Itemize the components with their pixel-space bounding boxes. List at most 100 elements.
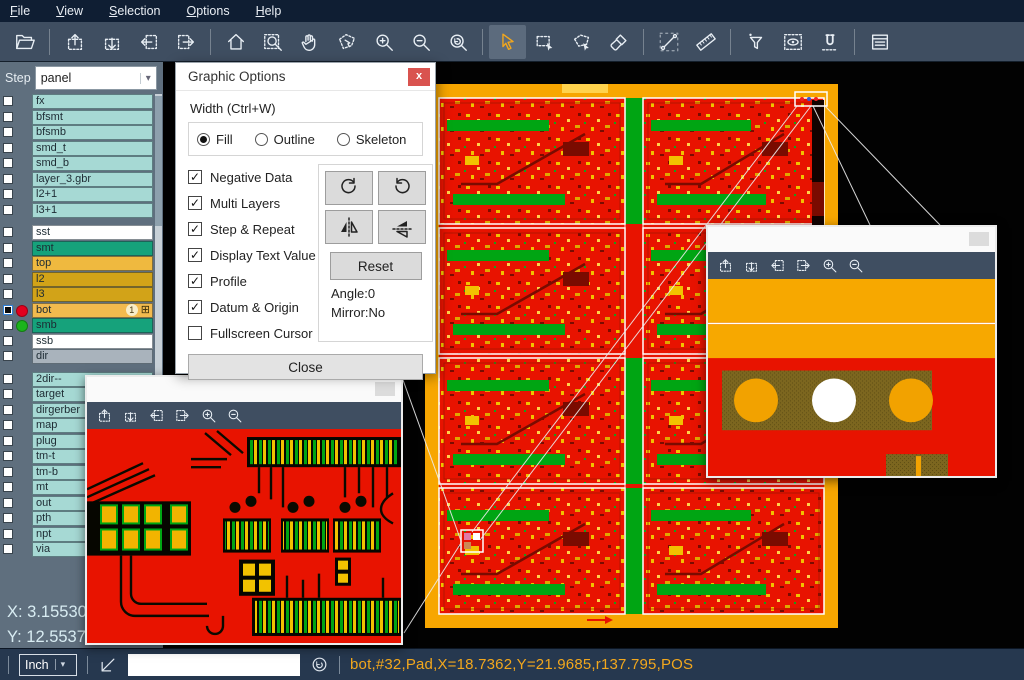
layer-row-top[interactable]: top: [0, 256, 154, 272]
window-button[interactable]: [969, 232, 989, 246]
radio-fill[interactable]: Fill: [197, 132, 233, 147]
layer-name[interactable]: bfsmt: [32, 110, 153, 125]
layer-name[interactable]: smd_t: [32, 141, 153, 156]
layer-visibility-checkbox[interactable]: [3, 205, 13, 215]
layer-name[interactable]: ssb: [32, 334, 153, 349]
layer-visibility-checkbox[interactable]: [3, 405, 13, 415]
shift-down-button[interactable]: [743, 257, 760, 274]
layer-row-bfsmt[interactable]: bfsmt: [0, 110, 154, 126]
layer-row-smt[interactable]: smt: [0, 241, 154, 257]
shift-right-button[interactable]: [174, 407, 191, 424]
mirror-vertical-button[interactable]: [325, 210, 373, 244]
shift-left-button[interactable]: [769, 257, 786, 274]
layer-row-l3[interactable]: l3: [0, 287, 154, 303]
ruler-button[interactable]: [687, 25, 724, 59]
select-arrow-button[interactable]: [489, 25, 526, 59]
step-dropdown[interactable]: panel ▾: [35, 66, 157, 90]
scrollbar-thumb[interactable]: [155, 96, 162, 226]
window-button[interactable]: [375, 382, 395, 396]
checkbox-display-text-value[interactable]: ✓Display Text Value: [188, 242, 314, 268]
unit-select[interactable]: Inch ▾: [19, 654, 77, 676]
measure-distance-button[interactable]: [650, 25, 687, 59]
checkbox-profile[interactable]: ✓Profile: [188, 268, 314, 294]
layer-name[interactable]: layer_3.gbr: [32, 172, 153, 187]
checkbox-multi-layers[interactable]: ✓Multi Layers: [188, 190, 314, 216]
layer-name[interactable]: smd_b: [32, 156, 153, 171]
layer-visibility-checkbox[interactable]: [3, 96, 13, 106]
rotate-ccw-button[interactable]: [378, 171, 426, 205]
layer-visibility-checkbox[interactable]: [3, 258, 13, 268]
layer-visibility-checkbox[interactable]: [3, 274, 13, 284]
layer-name[interactable]: l3: [32, 287, 153, 302]
layer-visibility-checkbox[interactable]: [3, 513, 13, 523]
shift-right-button[interactable]: [795, 257, 812, 274]
zoom-window-detail[interactable]: [85, 375, 403, 645]
zoom-out-button[interactable]: [402, 25, 439, 59]
checkbox-datum-origin[interactable]: ✓Datum & Origin: [188, 294, 314, 320]
zoom-detail-view[interactable]: [87, 429, 401, 643]
layer-name[interactable]: fx: [32, 94, 153, 109]
layer-visibility-checkbox[interactable]: [3, 289, 13, 299]
reset-button[interactable]: Reset: [330, 252, 422, 280]
layer-row-smd_t[interactable]: smd_t: [0, 141, 154, 157]
mirror-horizontal-button[interactable]: [378, 210, 426, 244]
layer-visibility-checkbox[interactable]: [3, 544, 13, 554]
menu-options[interactable]: Options: [186, 4, 229, 18]
layer-visibility-checkbox[interactable]: [3, 389, 13, 399]
layer-visibility-checkbox[interactable]: [3, 467, 13, 477]
layer-visibility-checkbox[interactable]: [3, 227, 13, 237]
layer-visibility-checkbox[interactable]: [3, 243, 13, 253]
layer-row-bfsmb[interactable]: bfsmb: [0, 125, 154, 141]
refresh-circle-icon[interactable]: [310, 655, 329, 674]
dialog-close-icon[interactable]: x: [408, 68, 430, 86]
layer-visibility-checkbox[interactable]: [3, 158, 13, 168]
layer-row-smb[interactable]: smb: [0, 318, 154, 334]
shift-up-button[interactable]: [56, 25, 93, 59]
layer-name[interactable]: dir: [32, 349, 153, 364]
polygon-zoom-button[interactable]: [328, 25, 365, 59]
radio-skeleton[interactable]: Skeleton: [337, 132, 407, 147]
menu-help[interactable]: Help: [256, 4, 282, 18]
layer-visibility-checkbox[interactable]: [3, 498, 13, 508]
layer-visibility-checkbox[interactable]: [3, 112, 13, 122]
layer-visibility-checkbox[interactable]: [3, 320, 13, 330]
layer-visibility-checkbox[interactable]: [3, 305, 13, 315]
layer-name[interactable]: smt: [32, 241, 153, 256]
zoom-out-button[interactable]: [226, 407, 243, 424]
layer-row-l2[interactable]: l2: [0, 272, 154, 288]
shift-right-button[interactable]: [167, 25, 204, 59]
radio-outline[interactable]: Outline: [255, 132, 315, 147]
dialog-titlebar[interactable]: Graphic Options x: [176, 63, 435, 91]
checkbox-step-repeat[interactable]: ✓Step & Repeat: [188, 216, 314, 242]
zoom-window-titlebar[interactable]: [708, 227, 995, 252]
zoom-in-button[interactable]: [200, 407, 217, 424]
layer-row-bot[interactable]: bot1⊞: [0, 303, 154, 319]
shift-up-button[interactable]: [96, 407, 113, 424]
layer-row-sst[interactable]: sst: [0, 225, 154, 241]
corner-angle-icon[interactable]: [98, 655, 118, 675]
polygon-select-button[interactable]: [563, 25, 600, 59]
command-input[interactable]: [128, 654, 300, 676]
layer-visibility-checkbox[interactable]: [3, 174, 13, 184]
pan-hand-button[interactable]: [291, 25, 328, 59]
zoom-window-titlebar[interactable]: [87, 377, 401, 402]
shift-up-button[interactable]: [717, 257, 734, 274]
layer-visibility-checkbox[interactable]: [3, 482, 13, 492]
layer-visibility-checkbox[interactable]: [3, 529, 13, 539]
layer-name[interactable]: sst: [32, 225, 153, 240]
shift-left-button[interactable]: [130, 25, 167, 59]
menu-view[interactable]: View: [56, 4, 83, 18]
shift-left-button[interactable]: [148, 407, 165, 424]
layers-panel-button[interactable]: [861, 25, 898, 59]
checkbox-negative-data[interactable]: ✓Negative Data: [188, 164, 314, 190]
zoom-out-button[interactable]: [847, 257, 864, 274]
layer-visibility-checkbox[interactable]: [3, 143, 13, 153]
layer-visibility-checkbox[interactable]: [3, 127, 13, 137]
zoom-in-button[interactable]: [365, 25, 402, 59]
clean-brush-button[interactable]: [600, 25, 637, 59]
layer-name[interactable]: l3+1: [32, 203, 153, 218]
layer-row-fx[interactable]: fx: [0, 94, 154, 110]
zoom-previous-button[interactable]: [439, 25, 476, 59]
layer-visibility-checkbox[interactable]: [3, 451, 13, 461]
layer-visibility-checkbox[interactable]: [3, 336, 13, 346]
